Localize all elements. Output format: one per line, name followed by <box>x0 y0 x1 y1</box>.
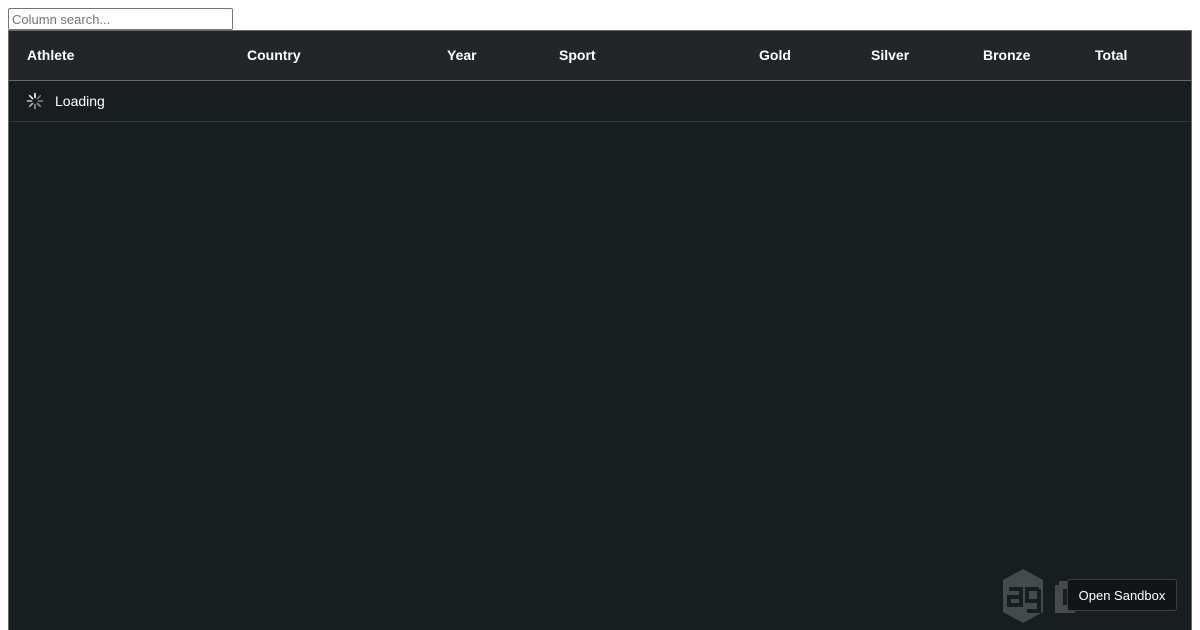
column-header-silver[interactable]: Silver <box>871 31 909 80</box>
column-header-gold[interactable]: Gold <box>759 31 791 80</box>
loading-label: Loading <box>55 93 105 109</box>
data-grid: Athlete Country Year Sport Gold Silver B… <box>8 30 1192 630</box>
column-header-sport[interactable]: Sport <box>559 31 596 80</box>
column-header-bronze[interactable]: Bronze <box>983 31 1030 80</box>
column-search-input[interactable] <box>8 8 233 30</box>
column-header-athlete[interactable]: Athlete <box>27 31 74 80</box>
column-header-total[interactable]: Total <box>1095 31 1127 80</box>
column-header-country[interactable]: Country <box>247 31 301 80</box>
column-header-year[interactable]: Year <box>447 31 477 80</box>
loading-row: Loading <box>9 81 1191 122</box>
loading-spinner-icon <box>26 92 44 110</box>
grid-header: Athlete Country Year Sport Gold Silver B… <box>9 31 1191 81</box>
open-sandbox-button[interactable]: Open Sandbox <box>1067 579 1177 611</box>
page: Athlete Country Year Sport Gold Silver B… <box>0 0 1200 630</box>
